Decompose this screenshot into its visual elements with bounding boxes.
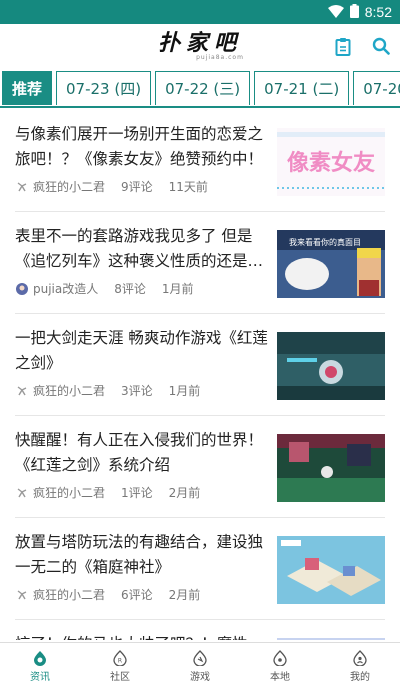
games-icon [193, 650, 207, 666]
article-thumbnail [277, 434, 385, 502]
article-author: 疯狂的小二君 [33, 486, 106, 500]
article-time: 11天前 [168, 180, 208, 194]
tab-recommend[interactable]: 推荐 [2, 71, 53, 105]
nav-community[interactable]: R 社区 [80, 643, 160, 690]
nav-label: 我的 [350, 672, 370, 683]
article-meta: 疯狂的小二君 3评论 1月前 [15, 382, 200, 399]
article-comments: 9评论 [121, 180, 153, 194]
tab-0723[interactable]: 07-23 (四) [56, 71, 152, 105]
nav-label: 本地 [270, 672, 290, 683]
list-item[interactable]: 表里不一的套路游戏我见多了 但是《追忆列车》这种褒义性质的还是头一回 pujia… [15, 212, 385, 314]
nav-label: 资讯 [30, 672, 50, 683]
clipboard-icon[interactable] [332, 35, 354, 57]
list-item[interactable]: 惊了！你的马也太帅了吧？！魔性 [15, 620, 385, 640]
battery-icon [349, 3, 359, 22]
local-icon [273, 650, 287, 666]
article-time: 2月前 [168, 588, 201, 602]
tab-0721[interactable]: 07-21 (二) [254, 71, 350, 105]
date-tabs: 推荐 07-23 (四) 07-22 (三) 07-21 (二) 07-20 ( [0, 70, 400, 108]
article-author: 疯狂的小二君 [33, 384, 106, 398]
list-item[interactable]: 与像素们展开一场别开生面的恋爱之旅吧！？《像素女友》绝赞预约中！ 疯狂的小二君 … [15, 110, 385, 212]
article-meta: 疯狂的小二君 9评论 11天前 [15, 178, 208, 195]
article-meta: pujia改造人 8评论 1月前 [15, 280, 194, 297]
nav-label: 社区 [110, 672, 130, 683]
thumbnail-caption: 我来看看你的真面目 [289, 237, 361, 247]
svg-text:R: R [118, 658, 122, 665]
article-comments: 8评论 [114, 282, 146, 296]
app-header: 扑家吧 pujia8a.com [0, 24, 400, 68]
article-thumbnail [277, 332, 385, 400]
wifi-icon [327, 3, 344, 22]
article-title: 快醒醒！有人正在入侵我们的世界！《红莲之剑》系统介绍 [15, 431, 264, 474]
article-author: pujia改造人 [33, 282, 99, 296]
profile-icon [353, 650, 367, 666]
logo-text: 扑家吧 [157, 29, 242, 56]
article-comments: 1评论 [121, 486, 153, 500]
status-time: 8:52 [364, 4, 392, 20]
author-avatar [15, 384, 29, 398]
logo-subtext: pujia8a.com [196, 53, 244, 61]
article-title: 一把大剑走天涯 畅爽动作游戏《红莲之剑》 [15, 329, 268, 372]
article-author: 疯狂的小二君 [33, 180, 106, 194]
article-title: 惊了！你的马也太帅了吧？！魔性 [15, 632, 271, 640]
article-time: 1月前 [168, 384, 201, 398]
article-meta: 疯狂的小二君 6评论 2月前 [15, 586, 200, 603]
list-item[interactable]: 快醒醒！有人正在入侵我们的世界！《红莲之剑》系统介绍 疯狂的小二君 1评论 2月… [15, 416, 385, 518]
bottom-nav: 资讯 R 社区 游戏 本地 我的 [0, 642, 400, 690]
community-icon: R [113, 650, 127, 666]
article-thumbnail: 像素女友 [277, 128, 385, 196]
app-logo: 扑家吧 pujia8a.com [156, 32, 244, 61]
article-thumbnail [277, 536, 385, 604]
news-icon [34, 651, 46, 666]
article-comments: 3评论 [121, 384, 153, 398]
author-avatar [15, 588, 29, 602]
article-title: 放置与塔防玩法的有趣结合，建设独一无二的《箱庭神社》 [15, 533, 264, 576]
nav-news[interactable]: 资讯 [0, 643, 80, 690]
article-thumbnail [277, 638, 385, 640]
article-time: 2月前 [168, 486, 201, 500]
article-title: 表里不一的套路游戏我见多了 但是《追忆列车》这种褒义性质的还是头一回 [15, 227, 264, 270]
author-avatar [15, 486, 29, 500]
article-title: 与像素们展开一场别开生面的恋爱之旅吧！？《像素女友》绝赞预约中！ [15, 125, 264, 168]
status-bar: 8:52 [0, 0, 400, 24]
thumbnail-title: 像素女友 [287, 150, 375, 176]
list-item[interactable]: 放置与塔防玩法的有趣结合，建设独一无二的《箱庭神社》 疯狂的小二君 6评论 2月… [15, 518, 385, 620]
author-avatar [15, 282, 29, 296]
article-author: 疯狂的小二君 [33, 588, 106, 602]
article-time: 1月前 [161, 282, 194, 296]
nav-local[interactable]: 本地 [240, 643, 320, 690]
nav-label: 游戏 [190, 672, 210, 683]
article-meta: 疯狂的小二君 1评论 2月前 [15, 484, 200, 501]
article-thumbnail: 我来看看你的真面目 [277, 230, 385, 298]
author-avatar [15, 180, 29, 194]
nav-profile[interactable]: 我的 [320, 643, 400, 690]
list-item[interactable]: 一把大剑走天涯 畅爽动作游戏《红莲之剑》 疯狂的小二君 3评论 1月前 [15, 314, 385, 416]
tab-0720[interactable]: 07-20 ( [353, 71, 400, 105]
article-comments: 6评论 [121, 588, 153, 602]
nav-games[interactable]: 游戏 [160, 643, 240, 690]
search-icon[interactable] [370, 35, 392, 57]
tab-0722[interactable]: 07-22 (三) [155, 71, 251, 105]
article-list: 与像素们展开一场别开生面的恋爱之旅吧！？《像素女友》绝赞预约中！ 疯狂的小二君 … [0, 110, 400, 640]
